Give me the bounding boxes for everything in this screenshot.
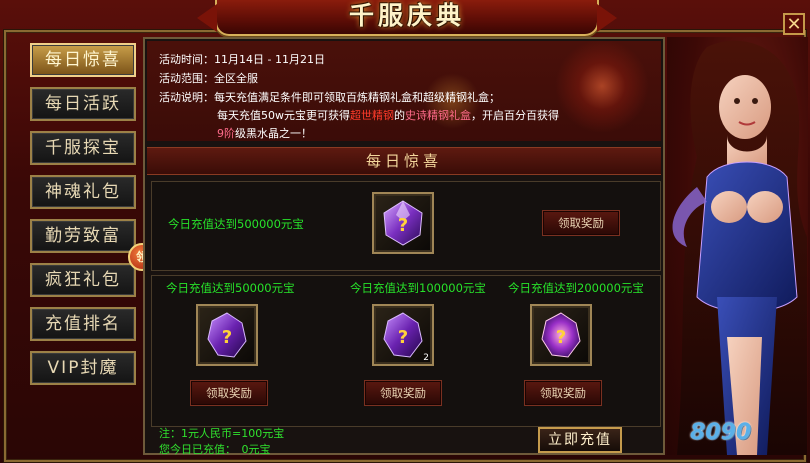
banner-ornament-left xyxy=(197,4,217,32)
close-button[interactable]: ✕ xyxy=(783,13,805,35)
reward-item-slot[interactable]: ? xyxy=(530,304,592,366)
info-scope-value: 全区全服 xyxy=(214,72,258,85)
reward-condition: 今日充值达到50000元宝 xyxy=(166,281,295,295)
banner-ornament-right xyxy=(597,4,617,32)
info-time-value: 11月14日 - 11月21日 xyxy=(214,53,325,66)
title-banner: 千服庆典 xyxy=(197,0,617,36)
svg-text:?: ? xyxy=(398,327,408,348)
window-title: 千服庆典 xyxy=(348,1,465,30)
reward-item-slot[interactable]: ? xyxy=(196,304,258,366)
tab-list: 每日惊喜 每日活跃 千服探宝 神魂礼包 勤劳致富 疯狂礼包 充值排名 VIP封魔 xyxy=(30,43,136,395)
claim-reward-button[interactable]: 领取奖励 xyxy=(364,380,442,406)
claim-reward-button[interactable]: 领取奖励 xyxy=(542,210,620,236)
recharge-now-button[interactable]: 立即充值 xyxy=(538,427,622,453)
crystal-icon: ? xyxy=(541,312,581,358)
desc-text: 级黑水晶之一！ xyxy=(235,127,312,140)
item-quantity: 2 xyxy=(423,353,429,363)
claim-reward-button[interactable]: 领取奖励 xyxy=(190,380,268,406)
desc-highlight-pink: 9阶 xyxy=(217,127,235,140)
info-desc-line1: 每天充值满足条件即可领取百炼精钢礼盒和超级精钢礼盒； xyxy=(214,91,500,104)
logo-8090: 8090 xyxy=(690,420,752,445)
desc-text: ，开启百分百获得 xyxy=(471,109,559,122)
info-scope-label: 活动范围： xyxy=(159,72,214,85)
svg-text:?: ? xyxy=(556,327,566,348)
svg-text:?: ? xyxy=(222,327,232,348)
desc-text: 每天充值50w元宝更可获得 xyxy=(217,109,350,122)
reward-condition: 今日充值达到100000元宝 xyxy=(350,281,486,295)
info-desc-line2: 每天充值50w元宝更可获得超世精钢的史诗精钢礼盒，开启百分百获得 xyxy=(217,107,559,123)
tab-crazy-gift[interactable]: 疯狂礼包 xyxy=(30,263,136,297)
today-recharge-text: 您今日已充值： 0元宝 xyxy=(159,443,271,456)
claim-reward-button[interactable]: 领取奖励 xyxy=(524,380,602,406)
tab-hardwork-rich[interactable]: 勤劳致富 xyxy=(30,219,136,253)
reward-box-top: 今日充值达到500000元宝 ? 领取奖励 xyxy=(151,181,661,271)
info-scope-row: 活动范围：全区全服 xyxy=(159,70,258,86)
info-time-row: 活动时间：11月14日 - 11月21日 xyxy=(159,51,325,67)
tab-daily-active[interactable]: 每日活跃 xyxy=(30,87,136,121)
info-time-label: 活动时间： xyxy=(159,53,214,66)
main-panel: 活动时间：11月14日 - 11月21日 活动范围：全区全服 活动说明：每天充值… xyxy=(143,37,665,456)
exchange-note: 注：1元人民币=100元宝 xyxy=(159,427,285,440)
tab-soul-gift[interactable]: 神魂礼包 xyxy=(30,175,136,209)
event-window: 千服庆典 ✕ 每日惊喜 每日活跃 千服探宝 神魂礼包 勤劳致富 疯狂礼包 充值排… xyxy=(0,0,810,463)
crystal-icon: ? xyxy=(383,312,423,358)
character-illustration xyxy=(667,37,808,455)
character-figure xyxy=(672,40,807,455)
desc-text: 的 xyxy=(394,109,405,122)
reward-item-slot[interactable]: ? xyxy=(372,192,434,254)
desc-highlight-pink: 史诗精钢礼盒 xyxy=(405,109,471,122)
tab-vip-seal[interactable]: VIP封魔 xyxy=(30,351,136,385)
reward-box-tiers: 今日充值达到50000元宝 今日充值达到100000元宝 今日充值达到20000… xyxy=(151,275,661,427)
info-desc-line3: 9阶级黑水晶之一！ xyxy=(217,125,312,141)
crystal-icon: ? xyxy=(207,312,247,358)
svg-text:?: ? xyxy=(398,215,408,236)
crystal-box-icon: ? xyxy=(383,200,423,246)
info-desc-label: 活动说明： xyxy=(159,91,214,104)
reward-condition: 今日充值达到200000元宝 xyxy=(508,281,644,295)
tab-daily-surprise[interactable]: 每日惊喜 xyxy=(30,43,136,77)
section-title: 每日惊喜 xyxy=(147,147,661,175)
reward-condition: 今日充值达到500000元宝 xyxy=(168,217,304,231)
info-desc-row: 活动说明：每天充值满足条件即可领取百炼精钢礼盒和超级精钢礼盒； xyxy=(159,89,500,105)
desc-highlight-red: 超世精钢 xyxy=(350,109,394,122)
firework-decoration xyxy=(547,41,657,141)
tab-server-treasure[interactable]: 千服探宝 xyxy=(30,131,136,165)
reward-item-slot[interactable]: ? 2 xyxy=(372,304,434,366)
event-info: 活动时间：11月14日 - 11月21日 活动范围：全区全服 活动说明：每天充值… xyxy=(147,41,661,141)
tab-recharge-rank[interactable]: 充值排名 xyxy=(30,307,136,341)
